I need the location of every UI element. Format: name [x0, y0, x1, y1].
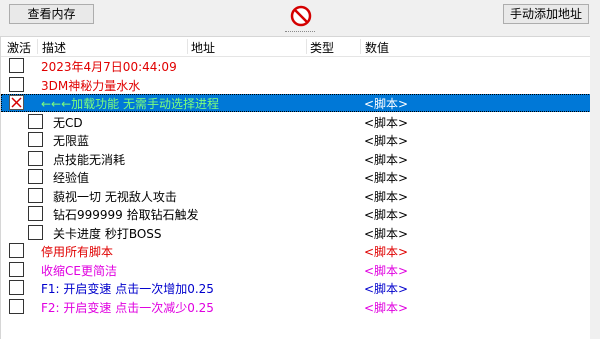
col-active[interactable]: 激活 [7, 39, 31, 56]
row-description: 点技能无消耗 [53, 152, 126, 167]
active-checkbox[interactable] [9, 298, 24, 314]
vertical-scrollbar[interactable] [590, 36, 600, 339]
table-row[interactable]: F2: 开启变速 点击一次减少0.25 <脚本> [1, 298, 590, 316]
col-divider[interactable] [187, 39, 188, 54]
splitter-grip[interactable] [285, 31, 315, 35]
table-row[interactable]: 经验值 <脚本> [1, 168, 590, 186]
active-checkbox[interactable] [28, 150, 43, 166]
row-value: <脚本> [364, 115, 409, 130]
row-value: <脚本> [364, 245, 409, 259]
row-value: <脚本> [364, 189, 409, 204]
table-row[interactable]: 无CD <脚本> [1, 113, 590, 131]
active-checkbox[interactable] [28, 169, 43, 184]
table-row[interactable]: 藐视一切 无视敌人攻击 <脚本> [1, 187, 590, 205]
table-row[interactable]: F1: 开启变速 点击一次增加0.25 <脚本> [1, 279, 590, 297]
col-divider[interactable] [360, 39, 361, 54]
row-description: 停用所有脚本 [41, 245, 114, 259]
row-description: 2023年4月7日00:44:09 [41, 60, 177, 74]
active-checkbox[interactable] [28, 206, 43, 221]
col-divider[interactable] [37, 39, 38, 54]
row-description: 经验值 [53, 171, 90, 185]
table-row[interactable]: 收缩CE更简洁 <脚本> [1, 261, 590, 279]
row-value: <脚本> [364, 97, 409, 111]
active-checkbox[interactable] [9, 58, 24, 73]
row-value: <脚本> [364, 208, 409, 222]
table-row[interactable]: 点技能无消耗 <脚本> [1, 150, 590, 168]
row-value: <脚本> [364, 226, 409, 241]
active-checkbox[interactable] [9, 243, 24, 258]
active-checkbox[interactable] [28, 132, 43, 147]
active-checkbox[interactable] [9, 95, 24, 110]
col-description[interactable]: 描述 [42, 39, 66, 56]
table-row[interactable]: ←←←加载功能 无需手动选择进程 <脚本> [1, 94, 590, 112]
view-memory-button[interactable]: 查看内存 [9, 4, 94, 24]
toolbar: 查看内存 手动添加地址 [0, 0, 600, 29]
add-address-manually-button[interactable]: 手动添加地址 [503, 4, 589, 24]
row-description: 钻石999999 拾取钻石触发 [53, 208, 199, 222]
column-header: 激活 描述 地址 类型 数值 [1, 37, 590, 57]
col-address[interactable]: 地址 [191, 39, 215, 56]
active-checkbox[interactable] [28, 113, 43, 129]
row-value: <脚本> [364, 263, 409, 278]
table-row[interactable]: 2023年4月7日00:44:09 [1, 57, 590, 75]
row-value: <脚本> [364, 300, 409, 315]
row-description: 无CD [53, 115, 83, 130]
row-value: <脚本> [364, 152, 409, 167]
active-checkbox[interactable] [28, 224, 43, 240]
col-divider[interactable] [306, 39, 307, 54]
row-description: F1: 开启变速 点击一次增加0.25 [41, 282, 214, 296]
row-value: <脚本> [364, 134, 409, 148]
row-description: ←←←加载功能 无需手动选择进程 [41, 97, 219, 111]
table-row[interactable]: 停用所有脚本 <脚本> [1, 242, 590, 260]
row-value: <脚本> [364, 282, 409, 296]
active-checkbox[interactable] [9, 280, 24, 295]
row-description: 无限蓝 [53, 134, 90, 148]
table-row[interactable]: 钻石999999 拾取钻石触发 <脚本> [1, 205, 590, 223]
active-checkbox[interactable] [9, 261, 24, 277]
col-type[interactable]: 类型 [310, 39, 334, 56]
row-description: 关卡进度 秒打BOSS [53, 226, 162, 241]
stop-svg [290, 5, 312, 27]
row-value: <脚本> [364, 171, 409, 185]
row-description: 3DM神秘力量水水 [41, 78, 141, 93]
splitter[interactable] [0, 29, 600, 36]
row-description: 收缩CE更简洁 [41, 263, 117, 278]
row-description: 藐视一切 无视敌人攻击 [53, 189, 177, 204]
x-mark-icon [11, 97, 22, 108]
table-row[interactable]: 无限蓝 <脚本> [1, 131, 590, 149]
no-entry-icon[interactable] [290, 5, 312, 27]
table-row[interactable]: 关卡进度 秒打BOSS <脚本> [1, 224, 590, 242]
table-row[interactable]: 3DM神秘力量水水 [1, 76, 590, 94]
active-checkbox[interactable] [9, 76, 24, 92]
col-value[interactable]: 数值 [365, 39, 389, 56]
active-checkbox[interactable] [28, 187, 43, 203]
row-description: F2: 开启变速 点击一次减少0.25 [41, 300, 214, 315]
cheat-table: 激活 描述 地址 类型 数值 2023年4月7日00:44:09 3DM神秘力量水… [0, 36, 590, 339]
